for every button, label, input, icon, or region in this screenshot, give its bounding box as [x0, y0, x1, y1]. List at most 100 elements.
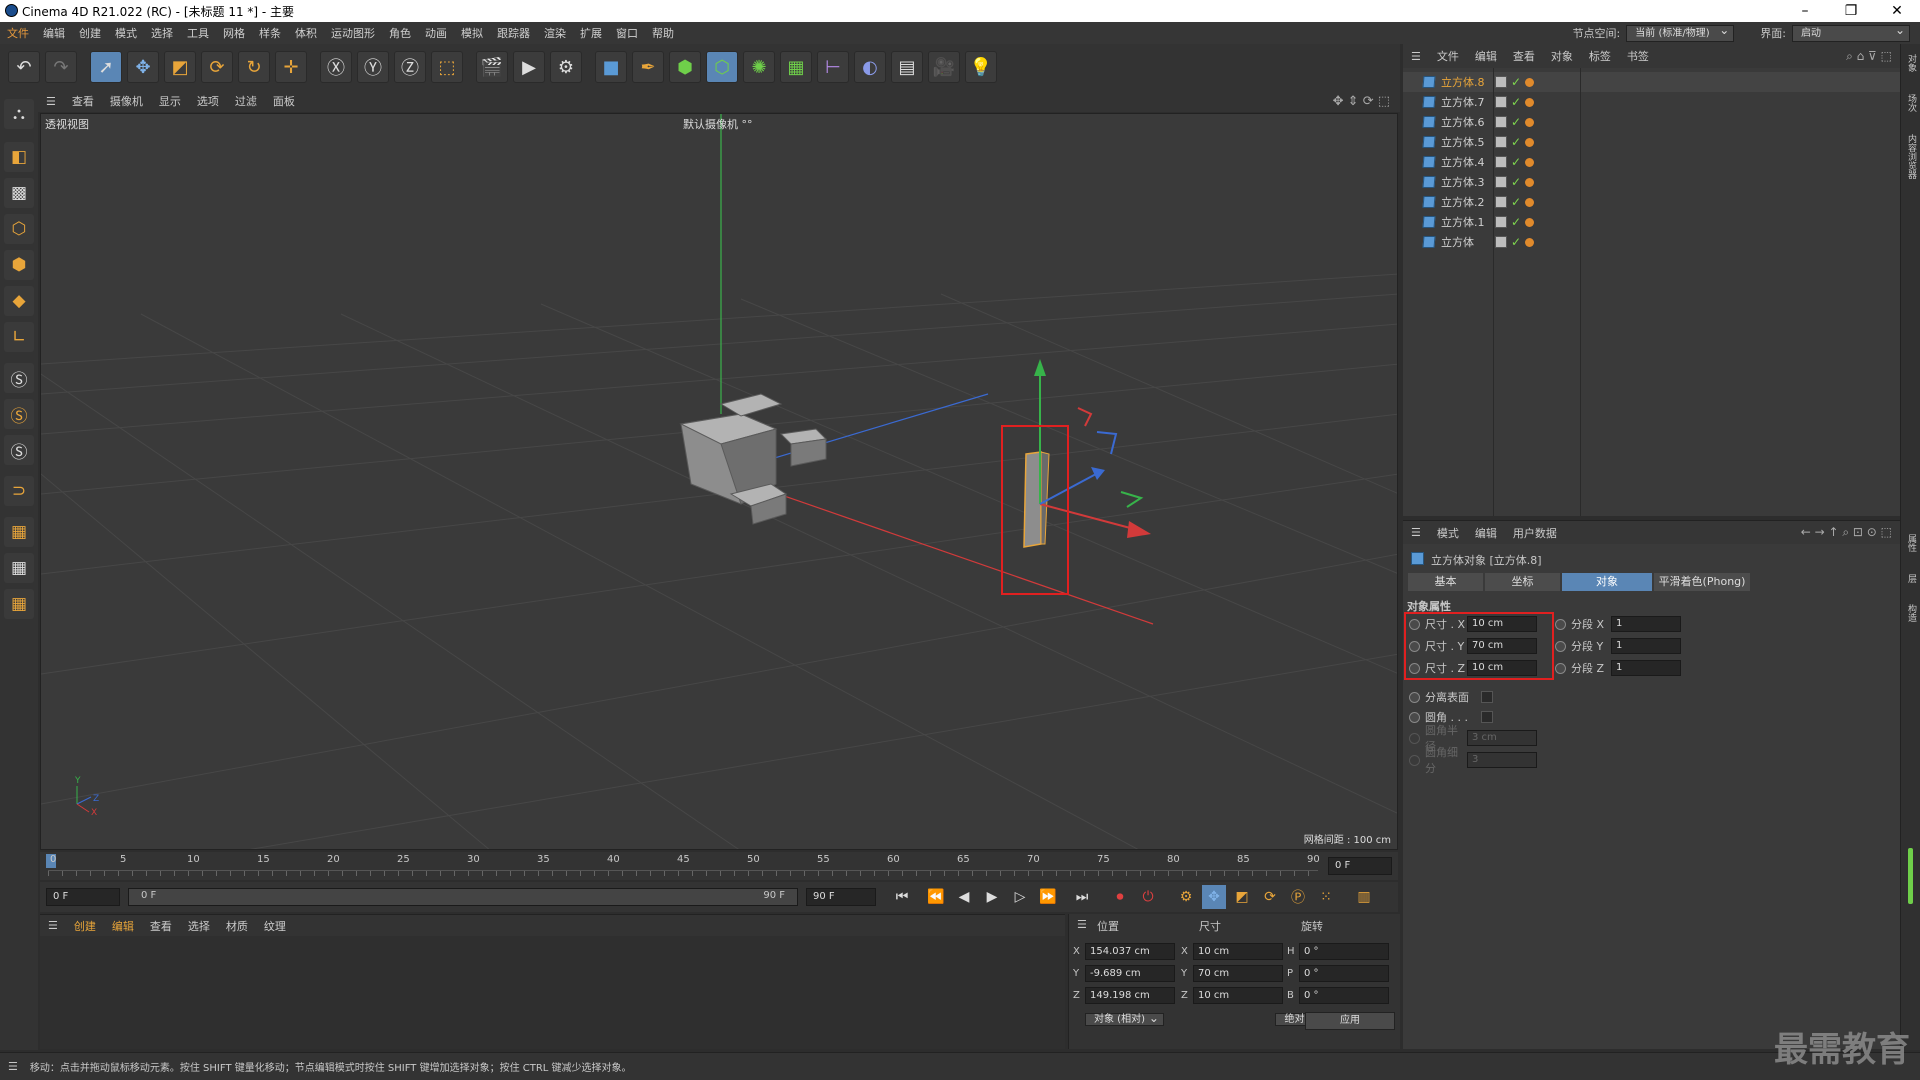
object-row-cube-5[interactable]: 立方体.5 ✓ [1403, 132, 1900, 152]
object-name[interactable]: 立方体.5 [1441, 134, 1485, 150]
close-button[interactable]: ✕ [1874, 0, 1920, 22]
keyframe-selection-icon[interactable]: ⚙ [1174, 885, 1198, 909]
viewport-menu-panel[interactable]: 面板 [265, 93, 303, 109]
menu-window[interactable]: 窗口 [609, 25, 645, 41]
tab-object[interactable]: 对象 [1562, 573, 1652, 591]
subdivision-surface-icon[interactable]: ⬢ [669, 51, 701, 83]
layout-dropdown[interactable]: 启动 [1792, 23, 1910, 42]
render-to-picture-viewer-icon[interactable]: ▶ [513, 51, 545, 83]
menu-character[interactable]: 角色 [382, 25, 418, 41]
attribute-menu-userdata[interactable]: 用户数据 [1505, 525, 1565, 541]
object-menu-objects[interactable]: 对象 [1543, 48, 1581, 64]
axis-mode-icon[interactable]: ∟ [4, 322, 34, 352]
object-row-cube-1[interactable]: 立方体.1 ✓ [1403, 212, 1900, 232]
object-row-cube-3[interactable]: 立方体.3 ✓ [1403, 172, 1900, 192]
select-tool-icon[interactable]: ➚ [90, 51, 122, 83]
viewport-menu-options[interactable]: 选项 [189, 93, 227, 109]
go-to-start-icon[interactable]: ⏮ [890, 885, 914, 909]
object-name[interactable]: 立方体.4 [1441, 154, 1485, 170]
make-editable-icon[interactable]: ⛬ [4, 99, 34, 129]
animate-radio[interactable] [1409, 691, 1420, 703]
menu-help[interactable]: 帮助 [645, 25, 681, 41]
object-menu-icon[interactable]: ☰ [1403, 50, 1429, 63]
maximize-button[interactable]: ❐ [1828, 0, 1874, 22]
material-menu-texture[interactable]: 纹理 [256, 918, 294, 934]
minimize-button[interactable]: – [1782, 0, 1828, 22]
material-menu-edit[interactable]: 编辑 [104, 918, 142, 934]
status-menu-icon[interactable]: ☰ [8, 1060, 18, 1073]
visibility-toggle[interactable] [1495, 236, 1507, 248]
right-tab-layers[interactable]: 层 [1905, 574, 1918, 583]
timeline-ruler[interactable]: 0 5 10 15 20 25 30 35 40 45 50 55 60 65 … [40, 852, 1398, 880]
frame-range-slider[interactable]: 0 F 90 F [128, 888, 798, 906]
phong-tag-icon[interactable] [1525, 177, 1535, 187]
material-menu-create[interactable]: 创建 [66, 918, 104, 934]
move-tool-icon[interactable]: ✥ [127, 51, 159, 83]
node-space-dropdown[interactable]: 当前 (标准/物理) [1626, 23, 1735, 42]
visibility-toggle[interactable] [1495, 176, 1507, 188]
points-mode-icon[interactable]: ⬡ [4, 214, 34, 244]
menu-tools[interactable]: 工具 [180, 25, 216, 41]
cloner-icon[interactable]: ✺ [743, 51, 775, 83]
object-menu-bookmarks[interactable]: 书签 [1619, 48, 1657, 64]
phong-tag-icon[interactable] [1525, 97, 1535, 107]
material-area[interactable] [40, 936, 1065, 1049]
object-manager-tool-icons[interactable]: ⌕ ⌂ ⊽ ⬚ [1846, 49, 1892, 64]
rot-h-field[interactable]: 0 ° [1299, 942, 1389, 960]
right-tab-structure[interactable]: 构造 [1905, 604, 1918, 622]
visibility-toggle[interactable] [1495, 76, 1507, 88]
x-axis-lock-icon[interactable]: Ⓧ [320, 51, 352, 83]
solo-single-icon[interactable]: Ⓢ [4, 399, 34, 429]
start-frame-field[interactable]: 0 F [46, 888, 120, 906]
viewport-nav-icons[interactable]: ✥ ⇕ ⟳ ⬚ [1333, 94, 1390, 109]
menu-extensions[interactable]: 扩展 [573, 25, 609, 41]
edges-mode-icon[interactable]: ⬢ [4, 250, 34, 280]
size-x-field[interactable]: 10 cm [1193, 942, 1283, 960]
coord-mode-dropdown[interactable]: 对象 (相对) [1085, 1013, 1164, 1026]
rot-p-field[interactable]: 0 ° [1299, 964, 1389, 982]
key-position-icon[interactable]: ✥ [1202, 885, 1226, 909]
animate-radio[interactable] [1555, 618, 1566, 630]
enabled-check-icon[interactable]: ✓ [1511, 155, 1521, 169]
object-name[interactable]: 立方体.6 [1441, 114, 1485, 130]
planar-workplane-icon[interactable]: ▦ [4, 589, 34, 619]
animate-radio[interactable] [1555, 662, 1566, 674]
timeline-window-icon[interactable]: ▥ [1352, 885, 1376, 909]
phong-tag-icon[interactable] [1525, 117, 1535, 127]
object-menu-view[interactable]: 查看 [1505, 48, 1543, 64]
record-keys-icon[interactable]: ⏺ [1108, 885, 1132, 909]
fillet-checkbox[interactable] [1481, 711, 1493, 723]
size-y-field[interactable]: 70 cm [1193, 964, 1283, 982]
volume-builder-icon[interactable]: ▦ [780, 51, 812, 83]
attribute-nav-icons[interactable]: ← → ↑ ⌕ ⊡ ⊙ ⬚ [1801, 525, 1892, 540]
pen-spline-icon[interactable]: ✒ [632, 51, 664, 83]
psr-tool-icon[interactable]: ↻ [238, 51, 270, 83]
menu-edit[interactable]: 编辑 [36, 25, 72, 41]
visibility-toggle[interactable] [1495, 156, 1507, 168]
visibility-toggle[interactable] [1495, 116, 1507, 128]
go-to-end-icon[interactable]: ⏭ [1070, 885, 1094, 909]
right-tab-content-browser[interactable]: 内容浏览器 [1905, 134, 1918, 179]
object-name[interactable]: 立方体.2 [1441, 194, 1485, 210]
recent-tools-icon[interactable]: ✛ [275, 51, 307, 83]
play-icon[interactable]: ▶ [980, 885, 1004, 909]
model-mode-icon[interactable]: ◧ [4, 142, 34, 172]
end-frame-field[interactable]: 90 F [806, 888, 876, 906]
enabled-check-icon[interactable]: ✓ [1511, 75, 1521, 89]
menu-create[interactable]: 创建 [72, 25, 108, 41]
object-menu-tags[interactable]: 标签 [1581, 48, 1619, 64]
coordinate-system-icon[interactable]: ⬚ [431, 51, 463, 83]
material-menu-select[interactable]: 选择 [180, 918, 218, 934]
previous-key-icon[interactable]: ⏪ [924, 885, 948, 909]
visibility-toggle[interactable] [1495, 196, 1507, 208]
tab-coord[interactable]: 坐标 [1485, 573, 1560, 591]
visibility-toggle[interactable] [1495, 136, 1507, 148]
attribute-menu-icon[interactable]: ☰ [1403, 526, 1429, 539]
snap-icon[interactable]: ⊃ [4, 476, 34, 506]
right-tab-takes[interactable]: 场次 [1905, 94, 1918, 112]
enabled-check-icon[interactable]: ✓ [1511, 235, 1521, 249]
scale-tool-icon[interactable]: ◩ [164, 51, 196, 83]
phong-tag-icon[interactable] [1525, 217, 1535, 227]
menu-volume[interactable]: 体积 [288, 25, 324, 41]
right-tab-objects[interactable]: 对象 [1905, 54, 1918, 72]
